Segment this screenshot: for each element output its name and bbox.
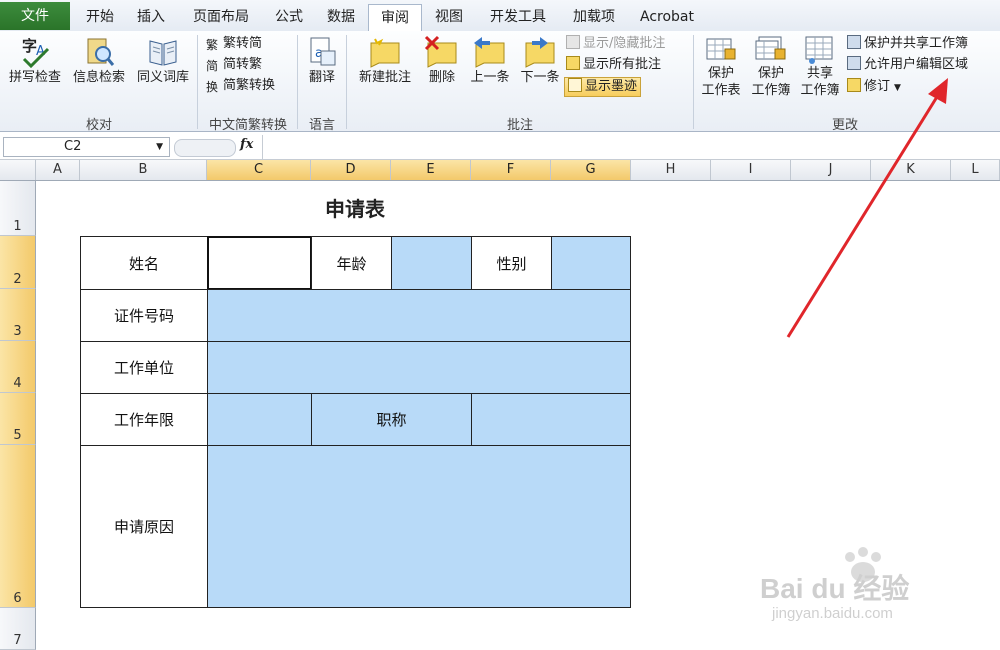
row-header[interactable]: 5 [0,393,36,445]
group-label-proofing: 校对 [85,118,112,133]
tab-page-layout[interactable]: 页面布局 [180,4,262,30]
baidu-watermark: Bai du 经验 jingyan.baidu.com [760,545,990,635]
row-header[interactable]: 3 [0,289,36,341]
column-header[interactable]: D [311,160,391,180]
watermark-url: jingyan.baidu.com [772,605,893,622]
thesaurus-button[interactable]: 同义词库 [132,35,194,86]
protect-workbook-icon [755,36,786,60]
protect-share-icon [847,35,861,49]
input-reason-cell[interactable] [207,445,631,608]
input-gender-cell[interactable] [551,236,631,290]
group-label-chinese: 中文简繁转换 [208,118,287,133]
insert-function-icon[interactable]: fx [240,137,253,152]
comments-icon [566,56,580,70]
tab-view[interactable]: 视图 [426,4,472,30]
column-header[interactable]: A [36,160,80,180]
column-header[interactable]: H [631,160,711,180]
name-box-value: C2 [64,139,82,154]
show-ink-button[interactable]: 显示墨迹 [564,77,642,97]
group-label-language: 语言 [308,118,335,133]
new-comment-button[interactable]: 新建批注 [350,35,420,86]
show-all-comments-button[interactable]: 显示所有批注 [566,55,661,75]
row-header[interactable]: 2 [0,236,36,289]
ink-icon [568,78,582,92]
input-job-title-cell[interactable] [471,393,631,446]
group-label-comments: 批注 [506,118,533,133]
share-workbook-icon [805,36,833,64]
next-comment-button[interactable]: 下一条 [516,35,564,86]
annotation-arrow [786,78,948,338]
tab-review[interactable]: 审阅 [368,4,422,32]
protect-sheet-button[interactable]: 保护 工作表 [696,35,746,99]
svg-text:字: 字 [22,37,37,55]
spell-check-icon: 字 A [22,37,50,69]
comment-icon [566,35,580,49]
previous-comment-icon [474,37,505,68]
label-id-number: 证件号码 [80,289,208,342]
translate-icon: a [310,37,336,66]
column-header[interactable]: G [551,160,631,180]
allow-edit-icon [847,56,861,70]
group-separator [197,35,198,129]
research-button[interactable]: 信息检索 [68,35,130,86]
delete-comment-icon [424,35,457,68]
delete-comment-button[interactable]: 删除 [420,35,464,86]
tab-data[interactable]: 数据 [318,4,364,30]
chinese-convert-button[interactable]: 换简繁转换 [206,76,275,96]
trad-simp-icon: 繁 [206,38,219,52]
form-title: 申请表 [325,197,385,221]
convert-icon: 换 [206,80,219,94]
select-all-corner[interactable] [0,160,36,180]
label-name: 姓名 [80,236,208,290]
simp-trad-icon: 简 [206,59,219,73]
row-header[interactable]: 7 [0,608,36,650]
column-header[interactable]: F [471,160,551,180]
book-icon [149,40,177,66]
name-box[interactable]: C2 ▼ [3,137,170,157]
label-job-title: 职称 [311,393,472,446]
input-employer-cell[interactable] [207,341,631,394]
protect-share-button[interactable]: 保护并共享工作簿 [847,34,968,54]
row-header[interactable]: 1 [0,181,36,236]
ribbon-tab-bar: 文件 开始 插入 页面布局 公式 数据 审阅 视图 开发工具 加载项 Acrob… [0,0,1000,32]
tab-home[interactable]: 开始 [78,4,122,30]
input-work-years-cell[interactable] [207,393,312,446]
tab-insert[interactable]: 插入 [128,4,174,30]
simp-to-trad-button[interactable]: 简简转繁 [206,55,262,75]
translate-button[interactable]: a 翻译 [302,35,342,86]
previous-comment-button[interactable]: 上一条 [466,35,514,86]
column-header[interactable]: C [207,160,311,180]
formula-bar-splitter[interactable] [174,139,236,157]
column-header[interactable]: E [391,160,471,180]
tab-developer[interactable]: 开发工具 [478,4,558,30]
tab-file[interactable]: 文件 [0,2,70,30]
tab-formulas[interactable]: 公式 [266,4,312,30]
group-separator [693,35,694,129]
show-hide-comment-button[interactable]: 显示/隐藏批注 [566,34,665,54]
column-header[interactable]: I [711,160,791,180]
label-work-years: 工作年限 [80,393,208,446]
research-icon [87,38,115,66]
group-separator [297,35,298,129]
next-comment-icon [525,37,555,68]
label-reason: 申请原因 [80,445,208,608]
chevron-down-icon: ▼ [156,142,163,152]
group-separator [346,35,347,129]
tab-addins[interactable]: 加载项 [562,4,626,30]
new-comment-icon [370,38,400,68]
tab-acrobat[interactable]: Acrobat [632,4,702,30]
row-header[interactable]: 6 [0,445,36,608]
trad-to-simp-button[interactable]: 繁繁转简 [206,34,262,54]
input-id-number-cell[interactable] [207,289,631,342]
input-name-cell[interactable] [207,236,312,290]
input-age-cell[interactable] [391,236,472,290]
protect-sheet-icon [706,38,736,60]
spell-check-button[interactable]: 字 A 拼写检查 [4,35,66,86]
label-age: 年龄 [311,236,392,290]
watermark-brand: Bai du 经验 [760,573,910,604]
column-header[interactable]: B [80,160,207,180]
label-gender: 性别 [471,236,552,290]
row-header[interactable]: 4 [0,341,36,393]
label-employer: 工作单位 [80,341,208,394]
